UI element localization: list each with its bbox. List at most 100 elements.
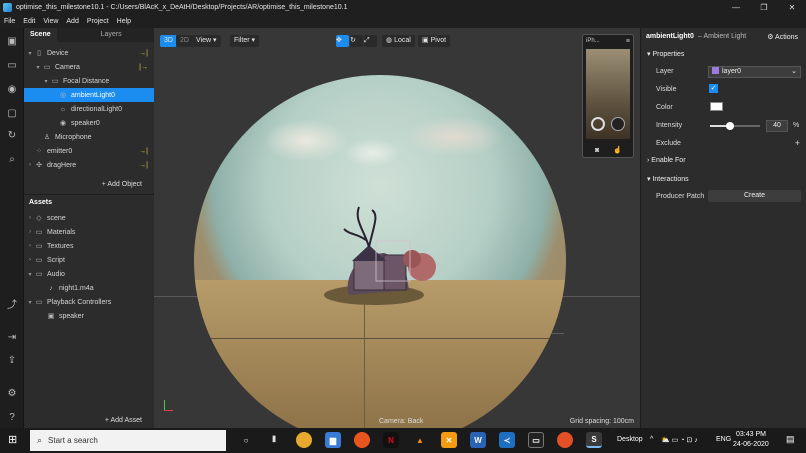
spark-ar-taskbar-icon[interactable]: S [586,432,602,448]
tray-overflow-icon[interactable]: ^ [650,436,653,443]
patch-arrow-icon[interactable]: →| [139,162,148,169]
menu-edit[interactable]: Edit [23,18,35,25]
menu-file[interactable]: File [4,18,15,25]
postman-icon[interactable] [557,432,573,448]
stop-icon[interactable]: ▢ [5,106,19,120]
camera-switch-icon[interactable]: ◙ [595,147,599,154]
word-icon[interactable]: W [470,432,486,448]
netflix-icon[interactable]: N [383,432,399,448]
record-icon[interactable]: ◉ [5,82,19,96]
search-icon[interactable]: ⌕ [5,152,19,166]
scene-tree-item[interactable]: ▾ ▭ Camera |→ [24,60,154,74]
upload-icon[interactable]: ⇪ [5,353,19,367]
asset-tree-item[interactable]: ▾ ▭ Audio [24,267,154,281]
patch-arrow-icon[interactable]: →| [139,50,148,57]
properties-section-header[interactable]: ▾ Properties [647,50,684,58]
firefox-icon[interactable] [354,432,370,448]
scene-tree-item[interactable]: ◉ speaker0 [24,116,154,130]
pivot-toggle[interactable]: ▣ Pivot [418,35,451,47]
menu-project[interactable]: Project [87,18,109,25]
settings-icon[interactable]: ⚙ [5,386,19,400]
asset-tree-item[interactable]: ♪ night1.m4a [24,281,154,295]
chevron-down-icon[interactable]: ▾ [34,64,42,71]
asset-tree-item[interactable]: › ▭ Materials [24,225,154,239]
patch-arrow-icon[interactable]: |→ [139,64,148,71]
move-tool-icon[interactable]: ✥ [336,35,349,47]
help-icon[interactable]: ? [5,410,19,424]
chrome-icon[interactable] [296,432,312,448]
chevron-down-icon[interactable]: ▾ [26,50,34,57]
tab-layers[interactable]: Layers [95,28,128,42]
intensity-input[interactable]: 40 [766,120,788,132]
chevron-right-icon[interactable]: › [26,162,34,168]
chevron-right-icon[interactable]: › [26,243,34,249]
asset-tree-item[interactable]: › ◇ scene [24,211,154,225]
desktop-toolbar[interactable]: Desktop [617,436,643,443]
intensity-slider[interactable] [710,122,760,130]
viewport[interactable]: 3D 2D View ▾ Filter ▾ ✥ ↻ ⤢ ◍ Local ▣ Pi… [154,28,640,428]
minimize-button[interactable]: — [722,0,750,14]
notifications-icon[interactable]: ▤ [786,434,795,445]
asset-tree-item[interactable]: › ▭ Script [24,253,154,267]
menu-icon[interactable]: ≡ [626,38,630,45]
windows-start-icon[interactable]: ⊞ [8,434,20,446]
menu-view[interactable]: View [43,18,58,25]
add-object-button[interactable]: + Add Object [102,181,142,188]
local-toggle[interactable]: ◍ Local [382,35,415,47]
color-swatch[interactable] [710,102,723,111]
window-title-bar[interactable]: optimise_this_milestone10.1 - C:/Users/B… [0,0,806,14]
touch-icon[interactable]: ☝ [613,146,622,154]
chevron-down-icon[interactable]: ▾ [26,299,34,306]
taskbar-search[interactable]: ⌕ Start a search [30,430,226,451]
xampp-icon[interactable]: ✕ [441,432,457,448]
asset-tree-item[interactable]: › ▭ Textures [24,239,154,253]
rotate-tool-icon[interactable]: ↻ [350,35,363,47]
scene-tree-item[interactable]: › ✣ dragHere →| [24,158,154,172]
close-button[interactable]: ✕ [778,0,806,14]
view-menu[interactable]: View ▾ [192,35,221,47]
interactions-section-header[interactable]: ▾ Interactions [647,175,689,183]
capture-icon[interactable] [611,117,625,131]
scene-model[interactable] [314,205,444,315]
scene-tree-item[interactable]: ▾ ▯ Device →| [24,46,154,60]
vlc-icon[interactable]: ▲ [412,432,428,448]
device-select[interactable]: iPh... [586,38,600,44]
mode-2d-button[interactable]: 2D [176,35,193,47]
task-view-icon[interactable]: ○ [238,432,254,448]
add-exclude-icon[interactable]: + [795,138,800,148]
environment-sphere[interactable] [194,75,566,428]
scale-tool-icon[interactable]: ⤢ [364,35,377,47]
terminal-icon[interactable]: ▭ [528,432,544,448]
clock-time[interactable]: 03:43 PM [736,431,766,438]
create-button[interactable]: Create [708,190,801,202]
tab-scene[interactable]: Scene [24,28,57,42]
clock-date[interactable]: 24-06-2020 [733,441,769,448]
chevron-right-icon[interactable]: › [26,215,34,221]
scene-tree-item[interactable]: ⁘ emitter0 →| [24,144,154,158]
chevron-right-icon[interactable]: › [26,257,34,263]
vscode-icon[interactable]: ≺ [499,432,515,448]
refresh-icon[interactable]: ↻ [5,128,19,142]
share-icon[interactable]: ⤴ [5,296,19,311]
effect-picker-icon[interactable] [591,117,605,131]
layer-dropdown[interactable]: layer0 ⌄ [708,66,801,78]
intensity-slider-thumb[interactable] [726,122,734,130]
filter-menu[interactable]: Filter ▾ [230,35,260,47]
patch-arrow-icon[interactable]: →| [139,148,148,155]
chevron-down-icon[interactable]: ▾ [42,78,50,85]
test-on-device-icon[interactable]: ⇥ [5,330,19,344]
timeline-icon[interactable]: ⫴ [266,432,282,448]
chevron-right-icon[interactable]: › [26,229,34,235]
video-icon[interactable]: ▭ [5,58,19,72]
device-preview[interactable]: iPh... ≡ ◙ ☝ [582,34,634,158]
enable-for-section-header[interactable]: › Enable For [647,157,686,164]
asset-tree-item[interactable]: ▾ ▭ Playback Controllers [24,295,154,309]
language-indicator[interactable]: ENG [716,436,731,443]
scene-tree-item[interactable]: ▾ ▭ Focal Distance [24,74,154,88]
tray-icons[interactable]: ⛅ ▭ ◔ ⊡ ♪ [661,436,698,444]
scene-tree-item[interactable]: ☼ directionalLight0 [24,102,154,116]
mode-3d-button[interactable]: 3D [160,35,177,47]
file-explorer-icon[interactable]: ▆ [325,432,341,448]
layout-icon[interactable]: ▣ [5,34,19,48]
visible-checkbox[interactable]: ✓ [709,84,718,93]
